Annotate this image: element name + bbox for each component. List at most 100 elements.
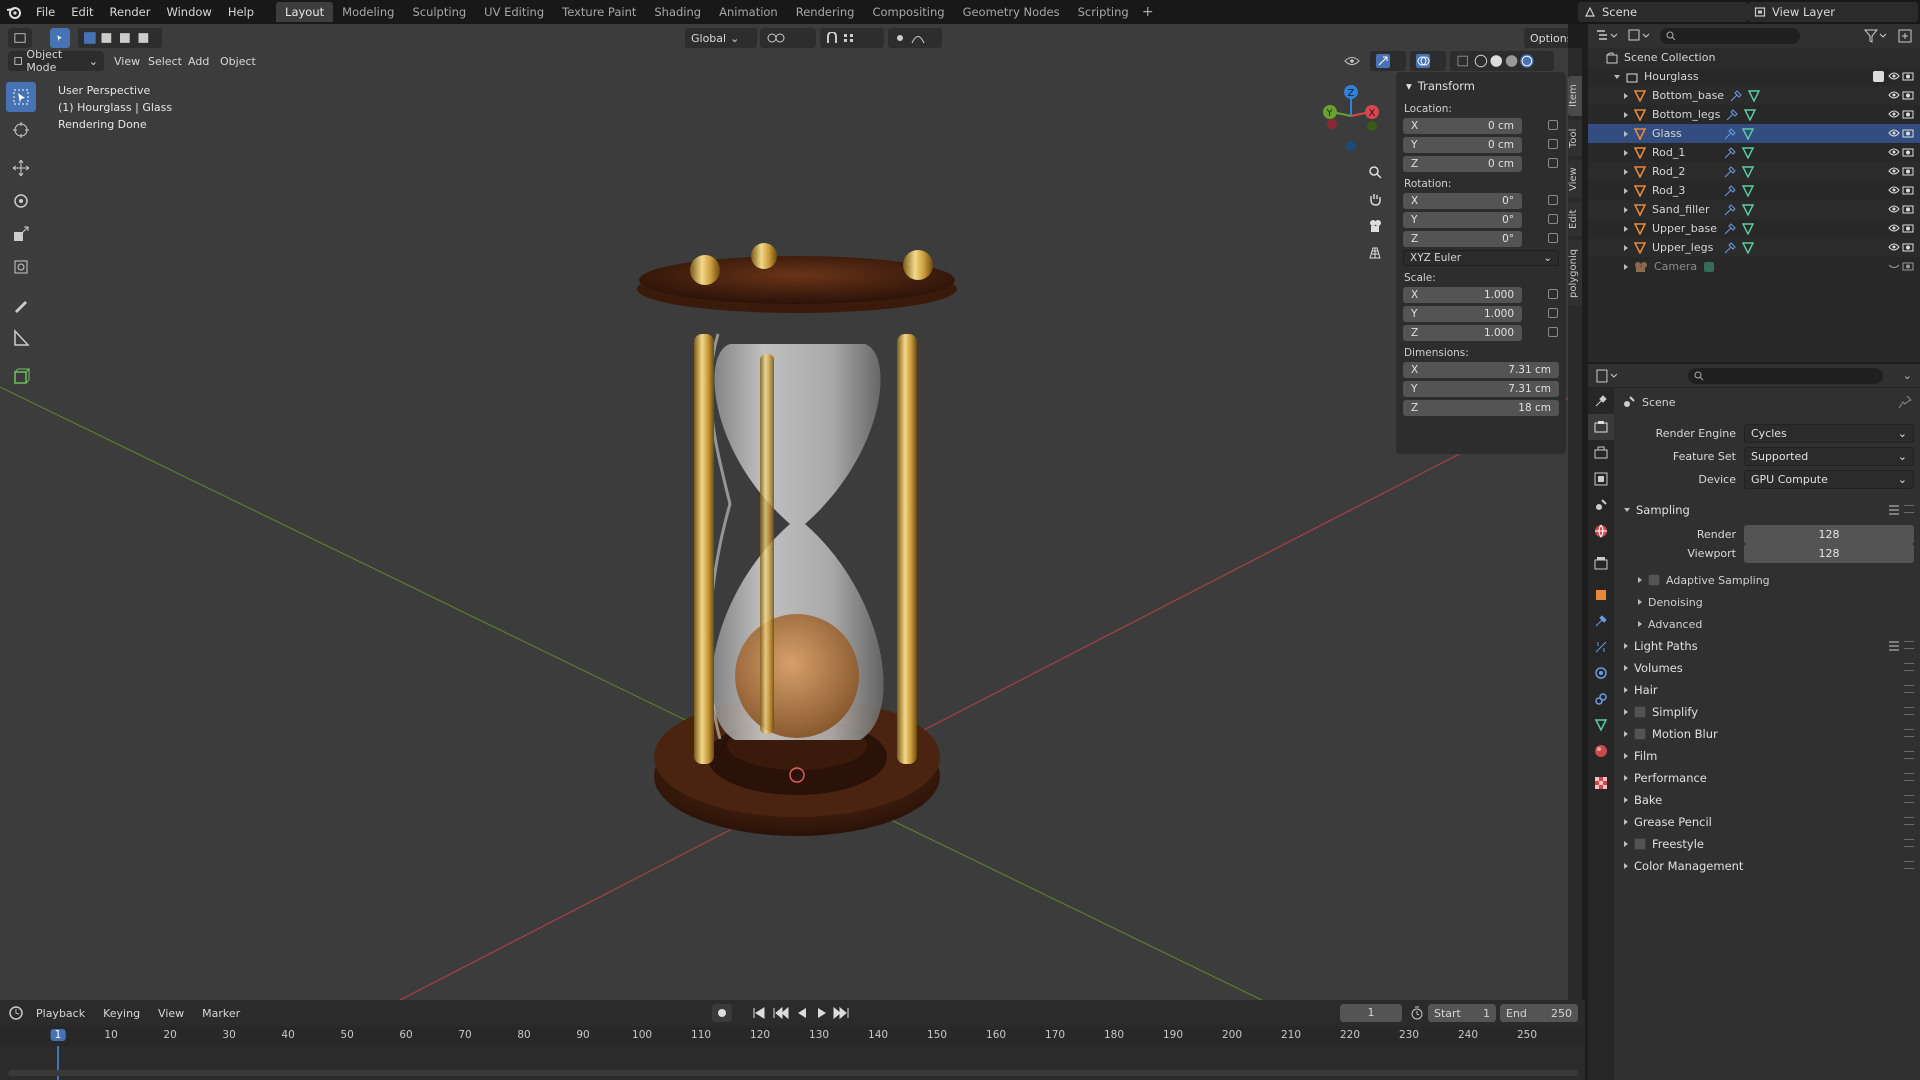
modifier-wrench-icon[interactable] — [1724, 165, 1736, 178]
mesh-data-icon[interactable] — [1742, 146, 1754, 159]
section-sampling[interactable]: Sampling — [1616, 499, 1920, 521]
eye-icon[interactable] — [1888, 204, 1900, 214]
subsection-adaptive-sampling[interactable]: Adaptive Sampling — [1616, 569, 1920, 591]
pin-icon[interactable] — [1898, 395, 1912, 409]
camera-render-icon[interactable] — [1902, 223, 1914, 233]
eye-icon[interactable] — [1888, 71, 1900, 81]
zoom-icon[interactable] — [1363, 160, 1387, 184]
clock-icon[interactable] — [8, 1005, 24, 1021]
physics-tab-icon[interactable] — [1588, 660, 1614, 686]
eye-icon[interactable] — [1888, 109, 1900, 119]
drag-handle-icon[interactable] — [1904, 773, 1914, 781]
tab-layout[interactable]: Layout — [276, 2, 334, 22]
end-frame-field[interactable]: End 250 — [1500, 1004, 1578, 1022]
mesh-data-icon[interactable] — [1742, 184, 1754, 197]
modifier-wrench-icon[interactable] — [1724, 203, 1736, 216]
menu-edit[interactable]: Edit — [63, 0, 101, 24]
add-workspace-button[interactable]: + — [1138, 4, 1158, 20]
section-grease-pencil[interactable]: Grease Pencil — [1616, 811, 1920, 833]
menu-window[interactable]: Window — [158, 0, 219, 24]
render-engine-dropdown[interactable]: Cycles ⌄ — [1744, 424, 1914, 443]
section-color-management[interactable]: Color Management — [1616, 855, 1920, 877]
rotation-mode-dropdown[interactable]: XYZ Euler ⌄ — [1403, 250, 1559, 266]
tab-sculpting[interactable]: Sculpting — [403, 2, 475, 22]
section-light-paths[interactable]: Light Paths — [1616, 635, 1920, 657]
tab-modeling[interactable]: Modeling — [333, 2, 403, 22]
rotation-z-field[interactable]: Z 0° — [1403, 231, 1558, 247]
simplify-checkbox[interactable] — [1634, 706, 1646, 718]
expand-icon[interactable] — [1624, 187, 1628, 194]
location-z-field[interactable]: Z 0 cm — [1403, 156, 1558, 172]
object-tab-icon[interactable] — [1588, 582, 1614, 608]
overlays-toggle[interactable] — [1410, 51, 1446, 71]
mesh-data-icon[interactable] — [1742, 203, 1754, 216]
mesh-data-icon[interactable] — [1744, 108, 1757, 121]
snapping-toggle[interactable] — [820, 28, 884, 48]
subsection-denoising[interactable]: Denoising — [1616, 591, 1920, 613]
measure-tool[interactable] — [6, 323, 36, 353]
navigation-gizmo[interactable]: Z X Y — [1318, 80, 1384, 152]
section-bake[interactable]: Bake — [1616, 789, 1920, 811]
properties-search-input[interactable] — [1687, 367, 1883, 384]
outliner-row-object[interactable]: Bottom_legs — [1588, 105, 1920, 124]
eye-icon[interactable] — [1888, 128, 1900, 138]
expand-icon[interactable] — [1624, 149, 1628, 156]
pivot-point-dropdown[interactable] — [760, 28, 816, 48]
lock-icon[interactable] — [1548, 233, 1558, 243]
list-icon[interactable] — [1888, 504, 1900, 516]
subsection-advanced[interactable]: Advanced — [1616, 613, 1920, 635]
drag-handle-icon[interactable] — [1904, 707, 1914, 715]
expand-icon[interactable] — [1624, 244, 1628, 251]
editor-type-icon[interactable] — [8, 28, 32, 48]
modifier-wrench-icon[interactable] — [1724, 127, 1736, 140]
feature-set-dropdown[interactable]: Supported ⌄ — [1744, 447, 1914, 466]
mesh-data-icon[interactable] — [1742, 127, 1754, 140]
drag-handle-icon[interactable] — [1904, 685, 1914, 693]
device-dropdown[interactable]: GPU Compute ⌄ — [1744, 470, 1914, 489]
timeline-menu-view[interactable]: View — [152, 1007, 190, 1020]
outliner-row-object[interactable]: Rod_2 — [1588, 162, 1920, 181]
modifier-wrench-icon[interactable] — [1730, 89, 1742, 102]
sidebar-tab-view[interactable]: View — [1568, 160, 1582, 198]
section-simplify[interactable]: Simplify — [1616, 701, 1920, 723]
expand-icon[interactable] — [1624, 92, 1628, 99]
3d-viewport[interactable]: Global ⌄ Options ⌄ Object Mode ⌄ View Se… — [0, 24, 1568, 1000]
drag-handle-icon[interactable] — [1904, 729, 1914, 737]
drag-handle-icon[interactable] — [1904, 861, 1914, 869]
camera-render-icon[interactable] — [1902, 109, 1914, 119]
new-collection-icon[interactable] — [1898, 29, 1912, 43]
lock-icon[interactable] — [1548, 158, 1558, 168]
tab-compositing[interactable]: Compositing — [863, 2, 953, 22]
freestyle-checkbox[interactable] — [1634, 838, 1646, 850]
timeline-menu-marker[interactable]: Marker — [196, 1007, 246, 1020]
outliner-row-object[interactable]: Glass — [1588, 124, 1920, 143]
view-layer-selector[interactable]: View Layer — [1748, 2, 1918, 22]
expand-icon[interactable] — [1624, 111, 1628, 118]
camera-render-icon[interactable] — [1902, 71, 1914, 81]
eye-icon[interactable] — [1888, 90, 1900, 100]
camera-render-icon[interactable] — [1902, 204, 1914, 214]
render-samples-field[interactable]: 128 — [1744, 525, 1914, 544]
record-button[interactable] — [712, 1004, 732, 1022]
scene-selector[interactable]: Scene — [1578, 2, 1748, 22]
visibility-icon[interactable] — [1338, 51, 1366, 71]
rotate-tool[interactable] — [6, 186, 36, 216]
sidebar-tab-item[interactable]: Item — [1568, 76, 1582, 116]
pan-hand-icon[interactable] — [1363, 187, 1387, 211]
tab-animation[interactable]: Animation — [710, 2, 787, 22]
lock-icon[interactable] — [1548, 289, 1558, 299]
outliner-row-object[interactable]: Rod_1 — [1588, 143, 1920, 162]
eye-icon[interactable] — [1888, 166, 1900, 176]
section-hair[interactable]: Hair — [1616, 679, 1920, 701]
material-tab-icon[interactable] — [1588, 738, 1614, 764]
drag-handle-icon[interactable] — [1904, 751, 1914, 759]
camera-render-icon[interactable] — [1902, 128, 1914, 138]
section-motion-blur[interactable]: Motion Blur — [1616, 723, 1920, 745]
outliner-row-object[interactable]: Upper_legs — [1588, 238, 1920, 257]
outliner-row-camera[interactable]: Camera — [1588, 257, 1920, 276]
section-film[interactable]: Film — [1616, 745, 1920, 767]
stopwatch-icon[interactable] — [1410, 1006, 1424, 1020]
checkbox-icon[interactable] — [1873, 71, 1884, 82]
modifier-tab-icon[interactable] — [1588, 608, 1614, 634]
menu-help[interactable]: Help — [220, 0, 262, 24]
